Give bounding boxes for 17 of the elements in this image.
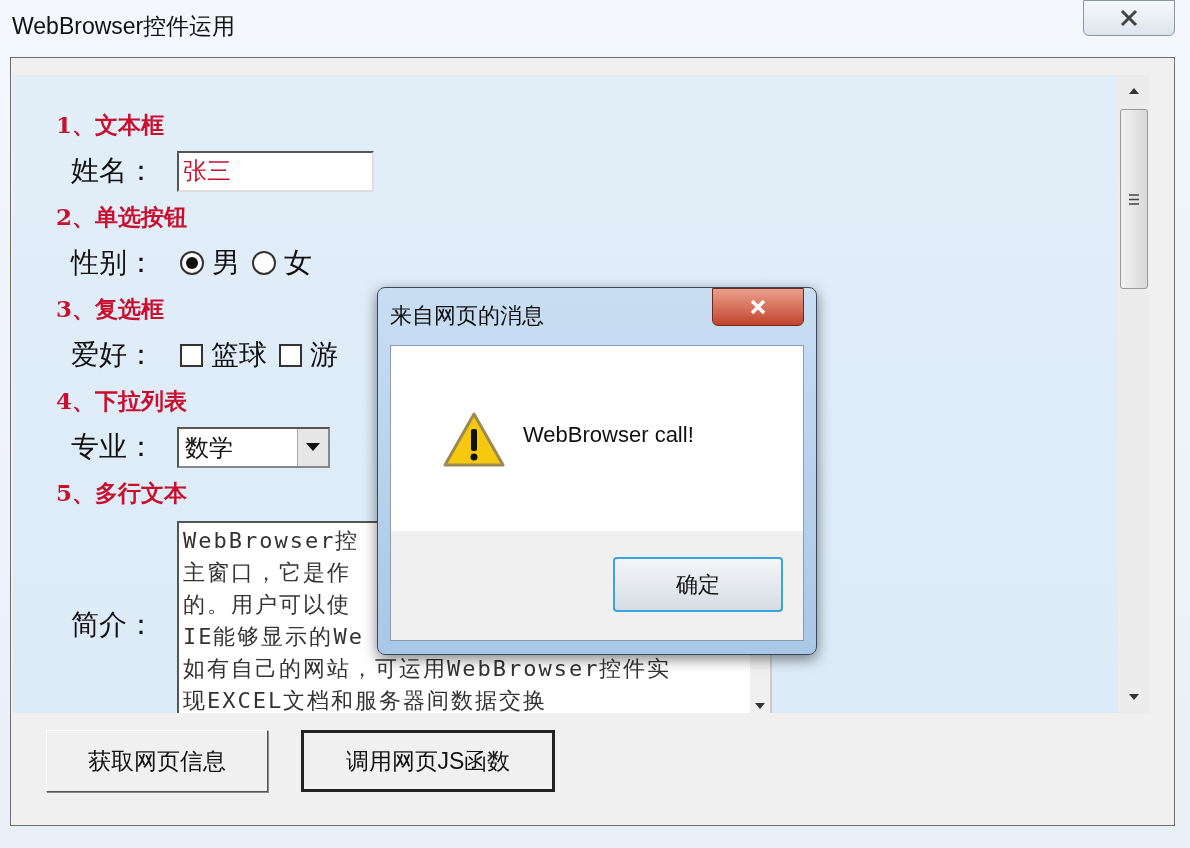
field-label: 性别： [71,246,156,280]
field-label: 姓名： [71,154,156,188]
window-title: WebBrowser控件运用 [12,12,236,41]
section-heading: 3、复选框 [56,293,164,324]
dialog-message: WebBrowser call! [523,421,694,449]
section-heading: 2、单选按钮 [56,201,187,232]
option-label: 女 [284,246,312,280]
field-label: 专业： [71,430,156,464]
section-heading: 5、多行文本 [56,477,187,508]
option-label: 男 [212,246,240,280]
section-heading: 1、文本框 [56,109,164,140]
section-heading: 4、下拉列表 [56,385,187,416]
field-label: 简介： [71,608,156,642]
field-label: 爱好： [71,338,156,372]
option-label: 游 [310,338,338,372]
option-label: 篮球 [211,338,267,372]
dialog-title: 来自网页的消息 [390,302,544,330]
